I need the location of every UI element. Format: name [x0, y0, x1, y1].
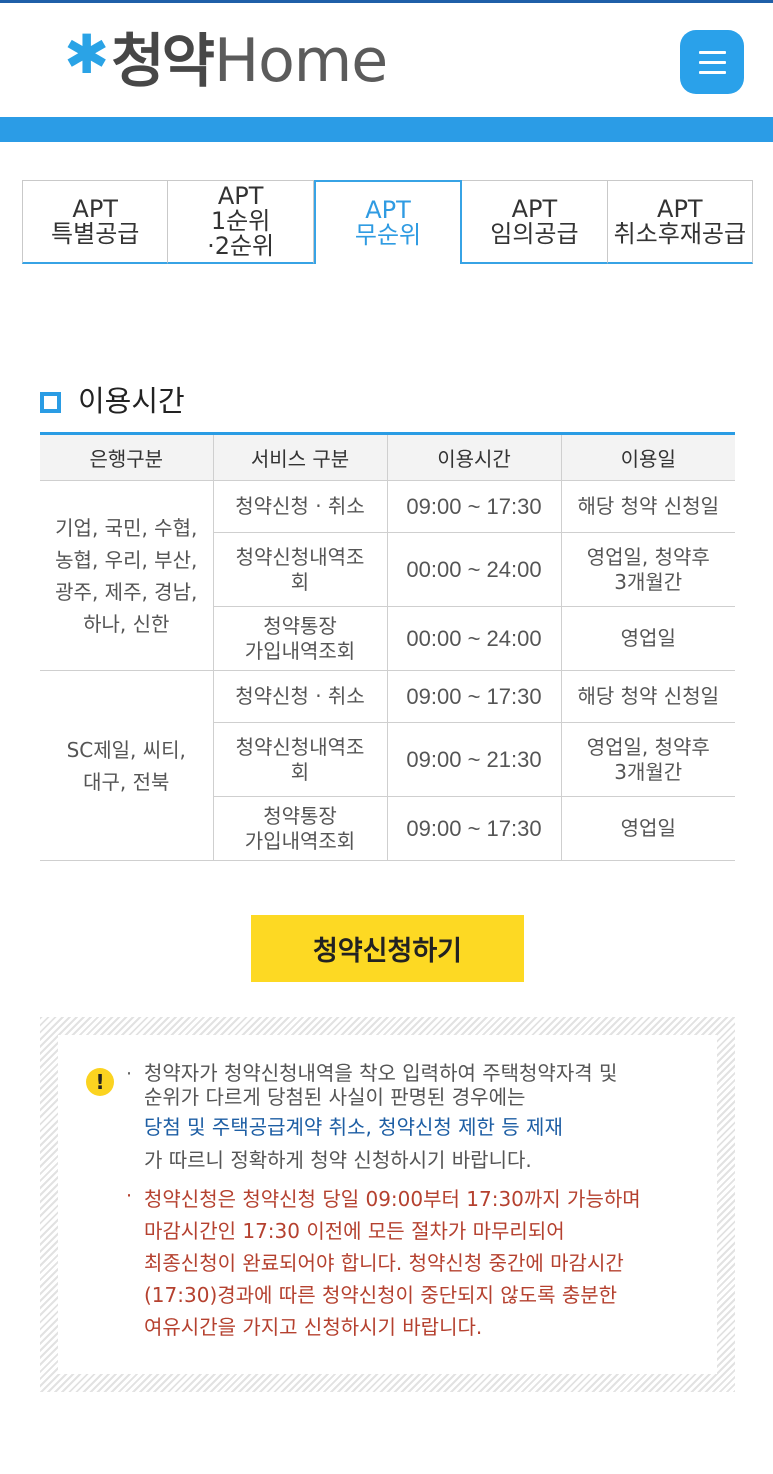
service-cell: 청약신청 · 취소 — [212, 670, 387, 723]
service-cell: 청약신청내역조 회 — [212, 532, 387, 607]
time-cell: 09:00 ~ 21:30 — [386, 722, 561, 797]
time-cell: 09:00 ~ 17:30 — [386, 670, 561, 723]
notice-paragraph-2-warning: 청약신청은 청약신청 당일 09:00부터 17:30까지 가능하며 마감시간인… — [144, 1183, 684, 1343]
tab-label: 취소후재공급 — [613, 219, 747, 248]
tab-apt-cancel-resupply[interactable]: APT 취소후재공급 — [607, 180, 754, 264]
logo-star-icon: ✱ — [64, 23, 110, 86]
service-text: 청약통장 — [263, 803, 337, 828]
time-cell: 00:00 ~ 24:00 — [386, 606, 561, 671]
tab-label: APT — [511, 194, 558, 223]
service-text: 가입내역조회 — [244, 638, 356, 663]
hamburger-menu-icon-bar — [699, 71, 726, 74]
service-text: 청약신청내역조 — [235, 544, 365, 569]
bank-names: 하나, 신한 — [83, 611, 170, 636]
table-row: 기업, 국민, 수협, 농협, 우리, 부산, 광주, 제주, 경남, 하나, … — [40, 480, 735, 671]
tab-label: 특별공급 — [51, 219, 140, 248]
apply-subscription-button[interactable]: 청약신청하기 — [251, 915, 524, 982]
service-text: 가입내역조회 — [244, 828, 356, 853]
bank-names: SC제일, 씨티, — [66, 737, 186, 762]
notice-paragraph-1: 청약자가 청약신청내역을 착오 입력하여 주택청약자격 및 순위가 다르게 당첨… — [144, 1061, 684, 1172]
service-text: 청약신청 · 취소 — [235, 494, 365, 518]
days-cell: 해당 청약 신청일 — [560, 670, 735, 723]
warning-text: 청약신청은 청약신청 당일 09:00부터 17:30까지 가능하며 — [144, 1187, 641, 1211]
tab-label: 임의공급 — [490, 219, 579, 248]
exclamation-icon: ! — [86, 1068, 114, 1096]
service-cell: 청약통장 가입내역조회 — [212, 606, 387, 671]
days-text: 영업일 — [620, 626, 676, 650]
service-cell: 청약신청 · 취소 — [212, 480, 387, 533]
hamburger-menu-icon-bar — [699, 61, 726, 64]
service-text: 청약신청 · 취소 — [235, 684, 365, 708]
service-text: 청약통장 — [263, 613, 337, 638]
days-cell: 영업일 — [560, 796, 735, 861]
column-header: 서비스 구분 — [212, 433, 387, 481]
days-cell: 해당 청약 신청일 — [560, 480, 735, 533]
tab-label: APT — [72, 194, 118, 223]
warning-text: 최종신청이 완료되어야 합니다. 청약신청 중간에 마감시간 — [144, 1251, 624, 1275]
logo-text-korean: 청약 — [111, 27, 215, 95]
notice-text-layer: ! · 청약자가 청약신청내역을 착오 입력하여 주택청약자격 및 순위가 다르… — [40, 1017, 735, 1392]
bank-group-cell: SC제일, 씨티, 대구, 전북 — [40, 670, 213, 861]
table-row: SC제일, 씨티, 대구, 전북 청약신청 · 취소 09:00 ~ 17:30… — [40, 670, 735, 861]
service-cell: 청약신청내역조 회 — [212, 722, 387, 797]
days-cell: 영업일, 청약후 3개월간 — [560, 532, 735, 607]
usage-hours-table: 은행구분 서비스 구분 이용시간 이용일 기업, 국민, 수협, 농협, 우리,… — [40, 432, 735, 861]
tab-apt-rank-1-2[interactable]: APT 1순위 ·2순위 — [168, 180, 314, 264]
time-cell: 00:00 ~ 24:00 — [386, 532, 561, 607]
warning-text: 여유시간을 가지고 신청하시기 바랍니다. — [144, 1315, 483, 1339]
tab-label: APT — [657, 194, 703, 223]
column-header: 은행구분 — [40, 433, 213, 481]
service-cell: 청약통장 가입내역조회 — [212, 796, 387, 861]
notice-text: 가 따르니 정확하게 청약 신청하시기 바랍니다. — [144, 1148, 532, 1172]
bank-names: 기업, 국민, 수협, — [55, 515, 198, 540]
notice-text: 청약자가 청약신청내역을 착오 입력하여 주택청약자격 및 — [144, 1061, 618, 1085]
square-bullet-icon — [40, 391, 61, 413]
bullet-mark: · — [126, 1185, 133, 1207]
bank-names: 광주, 제주, 경남, — [55, 579, 198, 604]
table-header-row: 은행구분 서비스 구분 이용시간 이용일 — [40, 433, 735, 481]
days-text: 3개월간 — [614, 569, 683, 594]
tab-apt-no-rank[interactable]: APT 무순위 — [313, 180, 463, 264]
column-header: 이용일 — [560, 433, 735, 481]
days-text: 영업일, 청약후 — [586, 734, 710, 759]
section-title: 이용시간 — [78, 384, 185, 418]
service-text: 회 — [290, 759, 310, 784]
tab-label: APT — [217, 182, 264, 210]
days-cell: 영업일 — [560, 606, 735, 671]
service-text: 청약신청내역조 — [235, 734, 365, 759]
bank-names: 대구, 전북 — [83, 769, 170, 794]
days-text: 영업일 — [620, 816, 676, 840]
tab-label: APT — [365, 196, 411, 224]
column-header: 이용시간 — [386, 433, 561, 481]
bank-names: 농협, 우리, 부산, — [55, 547, 198, 572]
warning-text: 마감시간인 17:30 이전에 모든 절차가 마무리되어 — [144, 1219, 565, 1243]
tab-apt-special-supply[interactable]: APT 특별공급 — [22, 180, 169, 264]
days-text: 해당 청약 신청일 — [577, 684, 719, 708]
service-text: 회 — [290, 569, 310, 594]
site-logo[interactable]: ✱ 청약 Home — [64, 21, 388, 101]
days-cell: 영업일, 청약후 3개월간 — [560, 722, 735, 797]
hamburger-menu-button[interactable] — [680, 30, 744, 94]
tab-label: 1순위 — [210, 207, 271, 235]
days-text: 3개월간 — [614, 759, 683, 784]
tab-label: 무순위 — [354, 221, 422, 249]
logo-text-english: Home — [213, 26, 388, 96]
bullet-mark: · — [126, 1063, 133, 1085]
section-heading: 이용시간 — [40, 379, 185, 419]
time-cell: 09:00 ~ 17:30 — [386, 480, 561, 533]
hamburger-menu-icon — [699, 51, 726, 54]
days-text: 영업일, 청약후 — [586, 544, 710, 569]
header-blue-bar — [0, 117, 773, 142]
warning-text: (17:30)경과에 따른 청약신청이 중단되지 않도록 충분한 — [144, 1283, 618, 1307]
days-text: 해당 청약 신청일 — [577, 494, 719, 518]
time-cell: 09:00 ~ 17:30 — [386, 796, 561, 861]
notice-text: 순위가 다르게 당첨된 사실이 판명된 경우에는 — [144, 1085, 526, 1109]
site-header: ✱ 청약 Home — [0, 3, 773, 117]
tab-apt-arbitrary-supply[interactable]: APT 임의공급 — [462, 180, 608, 264]
apt-tab-bar: APT 특별공급 APT 1순위 ·2순위 APT 무순위 APT 임의공급 APT 취소후… — [22, 180, 754, 264]
notice-highlight-text: 당첨 및 주택공급계약 취소, 청약신청 제한 등 제재 — [144, 1115, 563, 1139]
bank-group-cell: 기업, 국민, 수협, 농협, 우리, 부산, 광주, 제주, 경남, 하나, … — [40, 480, 213, 671]
tab-label: ·2순위 — [207, 232, 275, 260]
